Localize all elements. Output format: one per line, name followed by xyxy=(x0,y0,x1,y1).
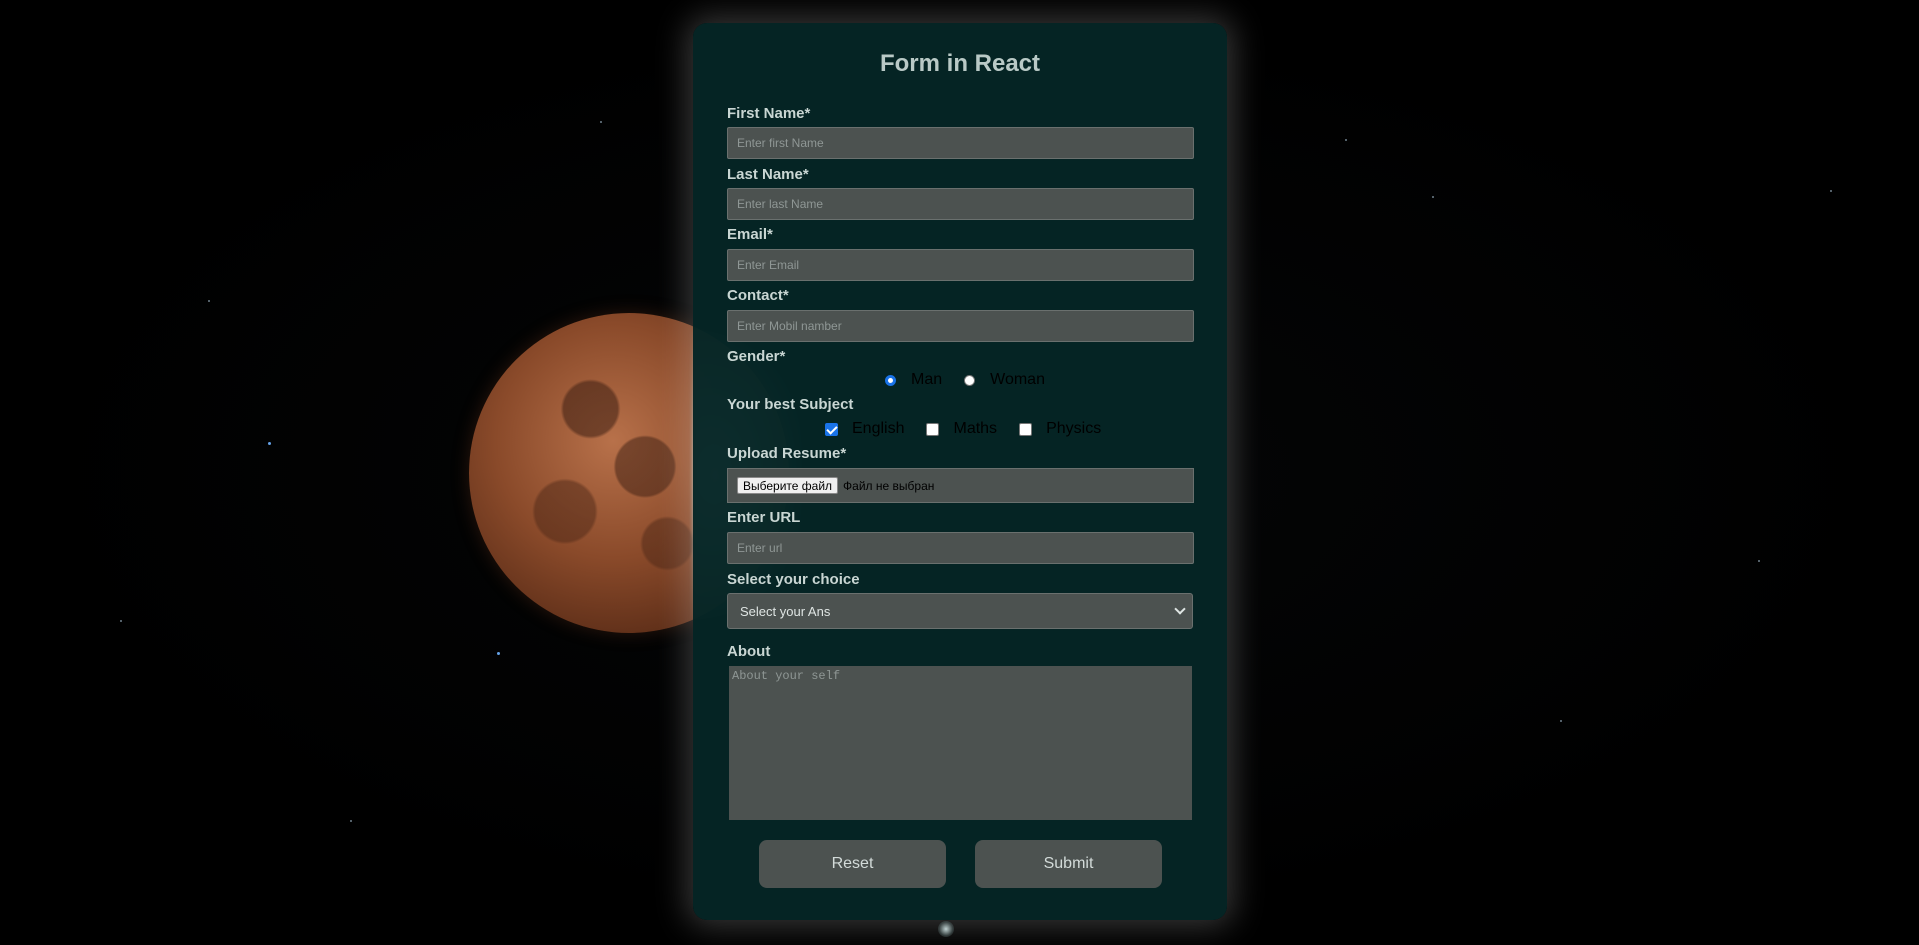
subject-physics-label: Physics xyxy=(1046,420,1102,437)
about-label: About xyxy=(727,643,771,660)
subject-english-label: English xyxy=(852,420,905,437)
subject-maths-checkbox[interactable] xyxy=(926,422,940,436)
gender-options: Man Woman xyxy=(885,371,1045,389)
reset-button[interactable]: Reset xyxy=(759,840,946,888)
gender-label: Gender* xyxy=(727,348,786,365)
star xyxy=(208,300,210,302)
star xyxy=(268,442,271,445)
file-status: Файл не выбран xyxy=(843,478,935,493)
chevron-down-icon xyxy=(1174,603,1186,615)
email-input[interactable] xyxy=(727,249,1194,281)
star xyxy=(1560,720,1562,722)
subject-english-checkbox[interactable] xyxy=(825,422,838,436)
star xyxy=(497,652,500,655)
url-input[interactable] xyxy=(727,532,1194,564)
background-scene: Form in React First Name* Last Name* Ema… xyxy=(0,0,1919,945)
subject-maths-label: Maths xyxy=(953,420,998,437)
choice-label: Select your choice xyxy=(727,571,860,588)
gender-woman-radio[interactable] xyxy=(964,374,976,386)
subject-options: English Maths Physics xyxy=(825,420,1101,438)
contact-input[interactable] xyxy=(727,310,1194,342)
gender-man-radio[interactable] xyxy=(885,374,896,386)
last-name-label: Last Name* xyxy=(727,166,809,183)
star xyxy=(120,620,122,622)
star xyxy=(600,121,602,123)
email-label: Email* xyxy=(727,226,773,243)
url-label: Enter URL xyxy=(727,509,801,526)
about-textarea[interactable] xyxy=(729,666,1192,820)
star xyxy=(350,820,352,822)
subject-label: Your best Subject xyxy=(727,396,854,413)
form-panel: Form in React First Name* Last Name* Ema… xyxy=(693,23,1227,920)
first-name-label: First Name* xyxy=(727,105,811,122)
choose-file-button[interactable]: Выберите файл xyxy=(737,477,839,494)
choice-select[interactable]: Select your Ans xyxy=(727,593,1193,629)
contact-label: Contact* xyxy=(727,287,789,304)
glow-dot xyxy=(938,921,954,937)
first-name-input[interactable] xyxy=(727,127,1194,159)
gender-woman-label: Woman xyxy=(990,371,1045,388)
star xyxy=(1345,139,1347,141)
choice-select-value: Select your Ans xyxy=(740,603,831,619)
star xyxy=(1432,196,1434,198)
submit-button[interactable]: Submit xyxy=(975,840,1162,888)
gender-man-label: Man xyxy=(911,371,943,388)
form-title: Form in React xyxy=(879,50,1041,77)
resume-label: Upload Resume* xyxy=(727,445,847,462)
subject-physics-checkbox[interactable] xyxy=(1019,422,1033,436)
resume-file-input[interactable]: Выберите файл Файл не выбран xyxy=(727,468,1194,503)
last-name-input[interactable] xyxy=(727,188,1194,220)
star xyxy=(1758,560,1760,562)
star xyxy=(1830,190,1832,192)
